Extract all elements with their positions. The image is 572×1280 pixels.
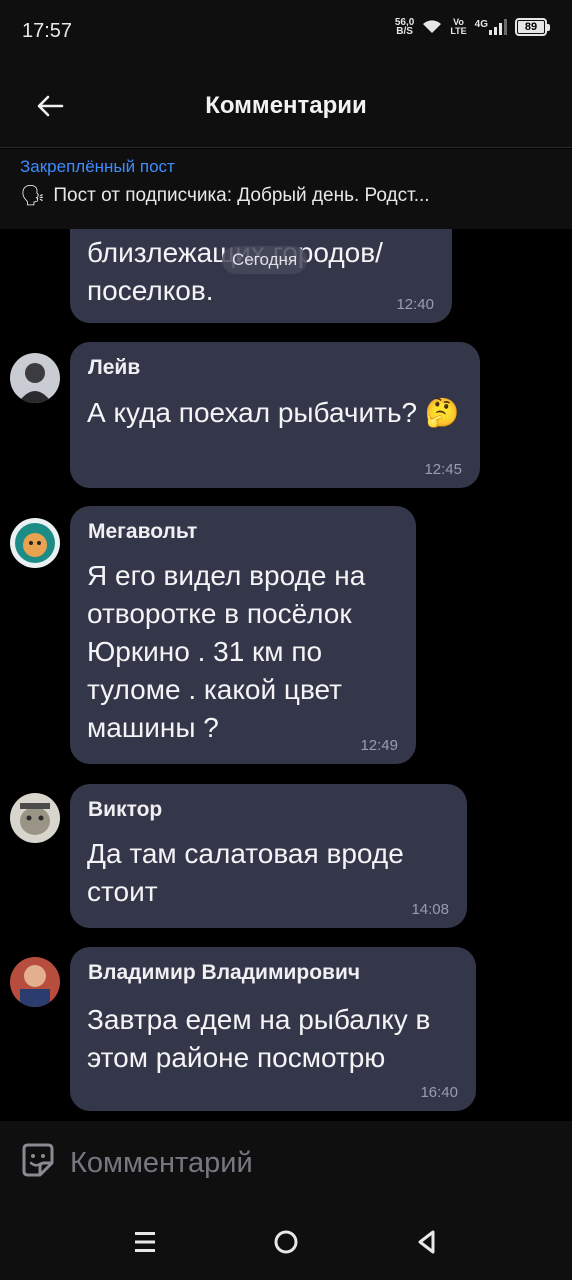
comment-input[interactable]	[70, 1143, 530, 1183]
status-icons: 56,0 B/S Vo LTE 4G 89	[395, 18, 550, 37]
wifi-icon	[422, 19, 442, 35]
pinned-text: Пост от подписчика: Добрый день. Родст..…	[53, 184, 430, 206]
comment-time: 16:40	[420, 1084, 458, 1101]
date-chip: Сегодня	[222, 246, 308, 274]
page-title: Комментарии	[205, 92, 367, 119]
comment-bubble[interactable]: близлежащих городов/ поселков. 12:40	[70, 229, 452, 323]
comment-text: Да там салатовая вроде стоит	[87, 838, 404, 907]
home-button[interactable]	[271, 1227, 301, 1257]
comment-author: Владимир Владимирович	[88, 961, 361, 984]
comment-time: 12:49	[360, 737, 398, 754]
avatar[interactable]	[10, 957, 60, 1007]
comment-bubble[interactable]: Виктор Да там салатовая вроде стоит 14:0…	[70, 784, 467, 928]
comment-author: Виктор	[88, 798, 163, 821]
network-type: 4G	[474, 19, 488, 30]
avatar[interactable]	[10, 518, 60, 568]
navigation-bar	[0, 1205, 572, 1280]
sticker-icon[interactable]	[18, 1141, 58, 1181]
back-nav-button[interactable]	[412, 1227, 442, 1257]
recent-apps-button[interactable]	[130, 1227, 160, 1257]
comment-text: А куда поехал рыбачить? 🤔	[87, 397, 460, 428]
signal-icon: 4G	[475, 19, 507, 35]
battery-icon: 89	[515, 18, 550, 36]
volte-indicator: Vo LTE	[450, 18, 466, 36]
comment-time: 12:40	[396, 296, 434, 313]
circle-icon	[274, 1230, 298, 1254]
triangle-back-icon	[418, 1230, 435, 1254]
comments-list[interactable]: близлежащих городов/ поселков. 12:40 Сег…	[0, 229, 572, 1121]
comment-composer	[0, 1121, 572, 1205]
comment-author: Мегавольт	[88, 520, 198, 543]
speaking-head-icon: 🗣	[20, 185, 46, 207]
volte-bottom: LTE	[450, 26, 467, 36]
comment-bubble[interactable]: Владимир Владимирович Завтра едем на рыб…	[70, 947, 476, 1111]
menu-icon	[135, 1232, 155, 1252]
avatar[interactable]	[10, 793, 60, 843]
pinned-post[interactable]: Закреплённый пост 🗣 Пост от подписчика: …	[0, 149, 572, 229]
battery-level: 89	[518, 21, 544, 33]
top-app-bar: Комментарии	[0, 64, 572, 148]
pinned-label: Закреплённый пост	[20, 157, 175, 176]
avatar[interactable]	[10, 353, 60, 403]
comment-author: Лейв	[88, 356, 141, 379]
network-speed: 56,0 B/S	[395, 18, 414, 37]
comment-text: Я его видел вроде на отворотке в посёлок…	[87, 560, 366, 743]
comment-time: 14:08	[411, 901, 449, 918]
status-time: 17:57	[22, 20, 73, 42]
comment-text: Завтра едем на рыбалку в этом районе пос…	[87, 1004, 431, 1073]
status-bar: 17:57 56,0 B/S Vo LTE 4G 89	[0, 0, 572, 64]
comment-bubble[interactable]: Мегавольт Я его видел вроде на отворотке…	[70, 506, 416, 764]
comment-time: 12:45	[424, 461, 462, 478]
network-speed-unit: B/S	[396, 26, 413, 37]
comment-bubble[interactable]: Лейв А куда поехал рыбачить? 🤔 12:45	[70, 342, 480, 488]
